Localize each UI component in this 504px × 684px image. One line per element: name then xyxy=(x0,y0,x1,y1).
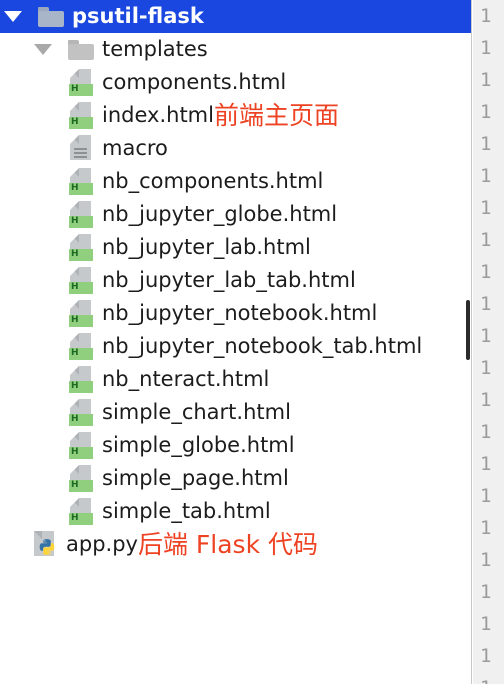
html-file-icon: H xyxy=(68,497,94,526)
html-badge-letter: H xyxy=(71,282,79,292)
line-number: 1 xyxy=(480,549,492,571)
line-number: 1 xyxy=(480,645,492,667)
line-number: 1 xyxy=(480,229,492,251)
tree-row-label: nb_jupyter_globe.html xyxy=(102,202,338,226)
html-file-icon: H xyxy=(68,266,94,295)
line-number: 1 xyxy=(480,37,492,59)
text-file-icon xyxy=(68,134,94,163)
tree-row[interactable]: Hnb_jupyter_notebook.html xyxy=(0,297,471,330)
line-number: 1 xyxy=(480,133,492,155)
tree-row-label: components.html xyxy=(102,70,287,94)
line-number: 1 xyxy=(480,101,492,123)
tree-row-label: nb_components.html xyxy=(102,169,324,193)
line-number: 1 xyxy=(480,261,492,283)
line-number: 1 xyxy=(480,613,492,635)
line-number: 1 xyxy=(480,581,492,603)
disclosure-toggle[interactable] xyxy=(32,44,54,55)
line-number: 1 xyxy=(480,197,492,219)
line-number: 1 xyxy=(473,672,504,684)
html-file-icon: H xyxy=(68,101,94,130)
red-annotation-text: 后端 Flask 代码 xyxy=(137,530,319,559)
html-file-icon: H xyxy=(68,464,94,493)
line-number: 1 xyxy=(480,453,492,475)
tree-row-label: nb_jupyter_notebook.html xyxy=(102,301,378,325)
tree-row-label: psutil-flask xyxy=(72,4,204,28)
tree-row[interactable]: Hnb_nteract.html xyxy=(0,363,471,396)
project-file-tree[interactable]: psutil-flask templates Hcomponents.html Hin… xyxy=(0,0,472,684)
html-file-icon: H xyxy=(68,365,94,394)
folder-icon xyxy=(68,39,94,60)
tree-vertical-scrollbar[interactable] xyxy=(466,300,470,360)
html-badge-letter: H xyxy=(71,183,79,193)
file-explorer-screenshot: psutil-flask templates Hcomponents.html Hin… xyxy=(0,0,504,684)
line-number-gutter: 1 1 1 1 1 1 1 1 1 1 1 1 1 1 1 1 1 1 1 1 1 1 xyxy=(473,0,504,684)
tree-row[interactable]: Hnb_jupyter_lab_tab.html xyxy=(0,264,471,297)
tree-row-label: simple_page.html xyxy=(102,466,289,490)
html-badge-letter: H xyxy=(71,84,79,94)
html-badge-letter: H xyxy=(71,216,79,226)
line-number: 1 xyxy=(480,517,492,539)
tree-row[interactable]: app.py 后端 Flask 代码 xyxy=(0,528,471,561)
tree-row-label: nb_jupyter_lab_tab.html xyxy=(102,268,356,292)
html-file-icon: H xyxy=(68,68,94,97)
tree-row[interactable]: Hsimple_chart.html xyxy=(0,396,471,429)
tree-row[interactable]: templates xyxy=(0,33,471,66)
line-number: 1 xyxy=(480,69,492,91)
tree-row[interactable]: Hnb_jupyter_globe.html xyxy=(0,198,471,231)
html-badge-letter: H xyxy=(71,315,79,325)
tree-row[interactable]: Hsimple_globe.html xyxy=(0,429,471,462)
html-badge-letter: H xyxy=(71,117,79,127)
tree-row-label: simple_globe.html xyxy=(102,433,295,457)
line-number: 1 xyxy=(480,5,492,27)
folder-icon xyxy=(38,6,64,27)
tree-row-label: index.html xyxy=(102,103,214,127)
disclosure-toggle[interactable] xyxy=(2,11,24,22)
html-badge-letter: H xyxy=(71,480,79,490)
python-file-icon xyxy=(32,530,58,559)
line-number: 1 xyxy=(480,165,492,187)
html-file-icon: H xyxy=(68,299,94,328)
tree-row[interactable]: Hnb_components.html xyxy=(0,165,471,198)
html-file-icon: H xyxy=(68,233,94,262)
tree-row-label: simple_tab.html xyxy=(102,499,271,523)
tree-row[interactable]: psutil-flask xyxy=(0,0,471,33)
tree-row[interactable]: Hnb_jupyter_notebook_tab.html xyxy=(0,330,471,363)
line-number: 1 xyxy=(480,293,492,315)
html-file-icon: H xyxy=(68,398,94,427)
tree-row[interactable]: macro xyxy=(0,132,471,165)
html-file-icon: H xyxy=(68,167,94,196)
tree-row-label: nb_jupyter_lab.html xyxy=(102,235,311,259)
chevron-down-icon[interactable] xyxy=(4,11,22,22)
line-number: 1 xyxy=(480,389,492,411)
html-badge-letter: H xyxy=(71,414,79,424)
tree-row[interactable]: Hnb_jupyter_lab.html xyxy=(0,231,471,264)
line-number: 1 xyxy=(480,325,492,347)
line-number: 1 xyxy=(480,485,492,507)
tree-row-label: nb_nteract.html xyxy=(102,367,270,391)
tree-row-label: simple_chart.html xyxy=(102,400,291,424)
tree-row-label: macro xyxy=(102,136,168,160)
tree-row[interactable]: Hsimple_page.html xyxy=(0,462,471,495)
tree-row-label: nb_jupyter_notebook_tab.html xyxy=(102,334,423,358)
html-badge-letter: H xyxy=(71,348,79,358)
tree-row-label: templates xyxy=(102,37,208,61)
tree-row[interactable]: Hindex.html 前端主页面 xyxy=(0,99,471,132)
tree-row-label: app.py xyxy=(66,532,138,556)
html-badge-letter: H xyxy=(71,447,79,457)
html-badge-letter: H xyxy=(71,381,79,391)
line-number: 1 xyxy=(480,421,492,443)
html-badge-letter: H xyxy=(71,513,79,523)
html-badge-letter: H xyxy=(71,249,79,259)
red-annotation-text: 前端主页面 xyxy=(213,101,339,130)
tree-row[interactable]: Hsimple_tab.html xyxy=(0,495,471,528)
html-file-icon: H xyxy=(68,332,94,361)
html-file-icon: H xyxy=(68,200,94,229)
chevron-down-icon[interactable] xyxy=(34,44,52,55)
line-number: 1 xyxy=(480,357,492,379)
tree-row[interactable]: Hcomponents.html xyxy=(0,66,471,99)
html-file-icon: H xyxy=(68,431,94,460)
